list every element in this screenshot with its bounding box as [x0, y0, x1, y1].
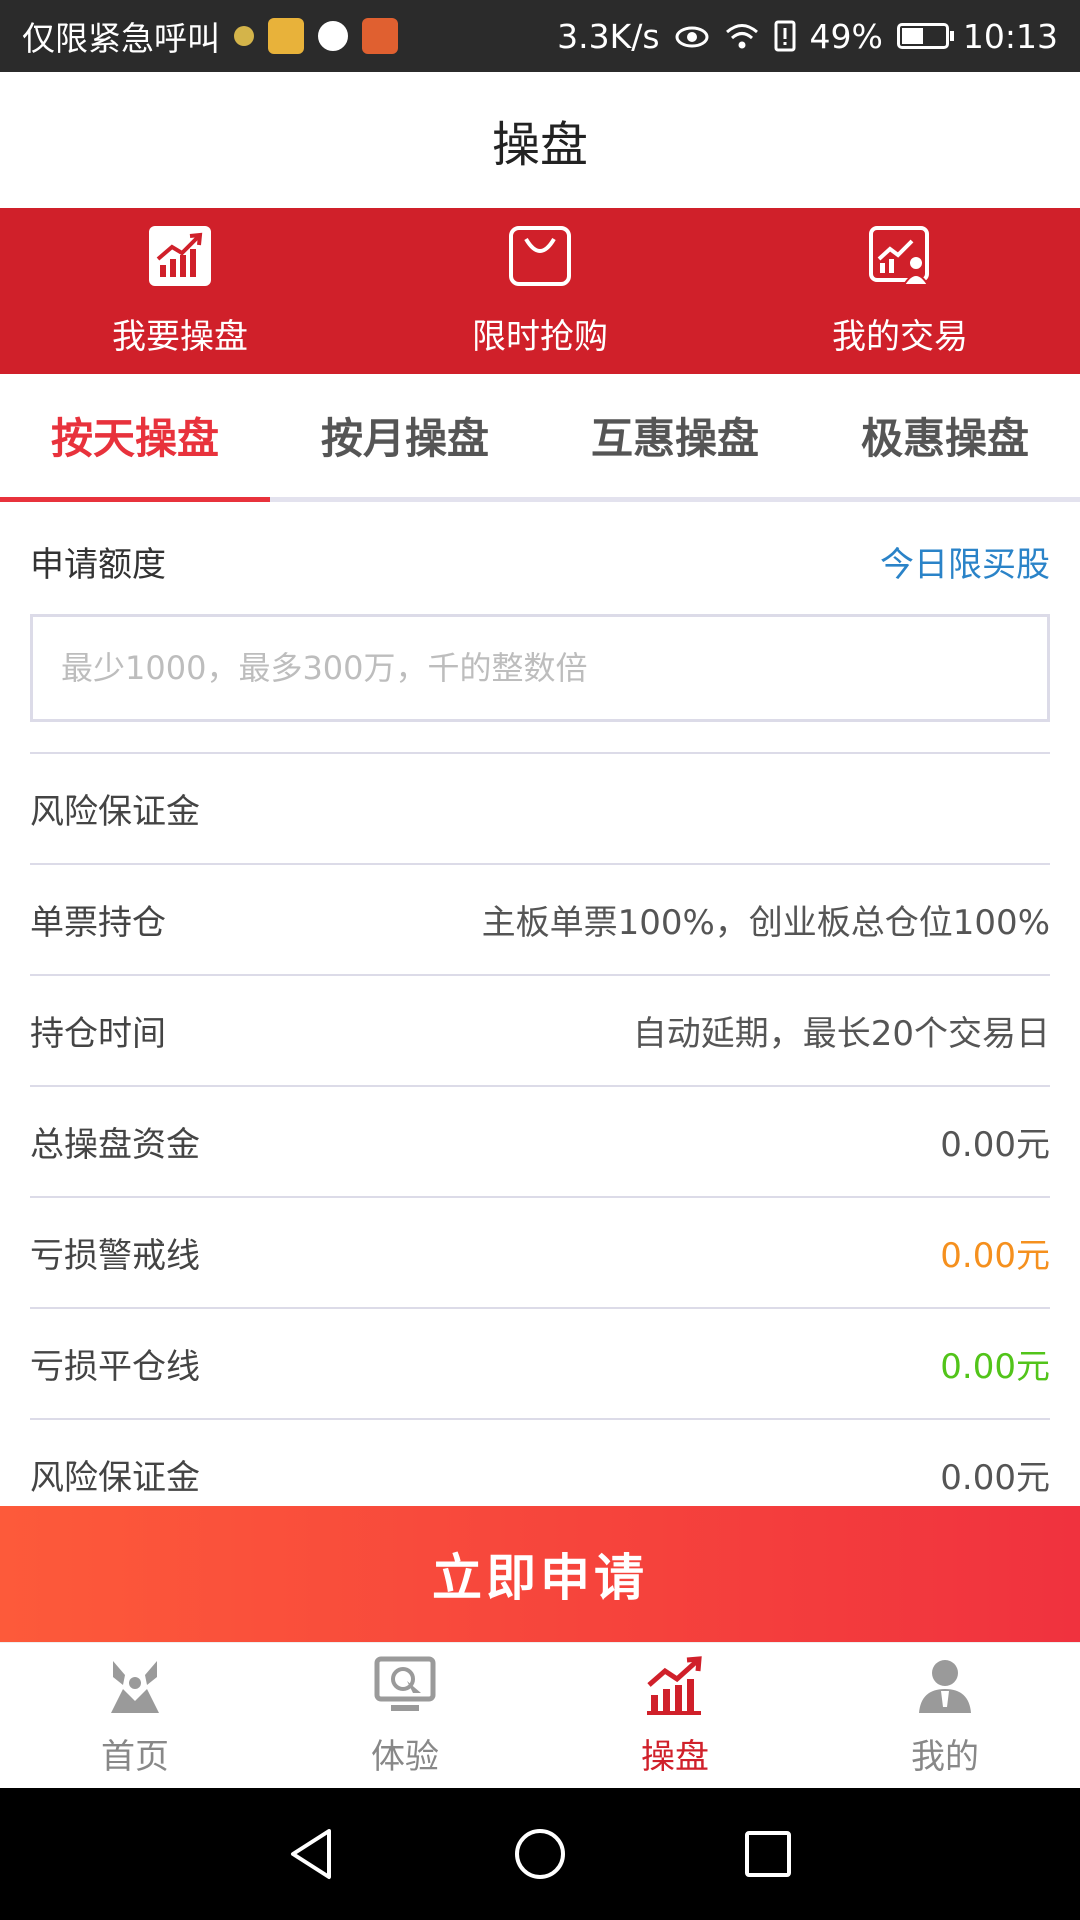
page-title: 操盘 — [491, 117, 588, 173]
flash-sale-label: 限时抢购 — [472, 316, 608, 357]
user-chart-icon — [869, 225, 930, 286]
system-navigation-bar — [0, 1788, 1080, 1920]
carrier-text: 仅限紧急呼叫 — [22, 19, 220, 58]
home-button-icon[interactable] — [511, 1825, 569, 1883]
eye-icon — [675, 26, 709, 48]
list-item: 亏损警戒线 0.00元 — [30, 1196, 1050, 1307]
row-value: 主板单票100%，创业板总仓位100% — [481, 903, 1050, 943]
nav-trading[interactable]: 操盘 — [540, 1643, 810, 1789]
my-transactions-action[interactable]: 我的交易 — [720, 208, 1080, 374]
info-list: 风险保证金 单票持仓 主板单票100%，创业板总仓位100% 持仓时间 自动延期… — [30, 752, 1050, 1529]
list-item: 单票持仓 主板单票100%，创业板总仓位100% — [30, 863, 1050, 974]
list-item: 持仓时间 自动延期，最长20个交易日 — [30, 974, 1050, 1085]
list-item: 风险保证金 — [30, 752, 1050, 863]
bottom-navigation: 首页 体验 操盘 我的 — [0, 1642, 1080, 1789]
row-label: 风险保证金 — [30, 1458, 200, 1498]
battery-icon — [896, 23, 954, 49]
quick-actions-bar: 我要操盘 限时抢购 我的交易 — [0, 208, 1080, 374]
sim-alert-icon — [774, 20, 796, 52]
monitor-icon — [374, 1656, 436, 1711]
row-value: 0.00元 — [940, 1347, 1050, 1387]
tab-daily[interactable]: 按天操盘 — [0, 374, 270, 502]
profile-icon — [919, 1659, 971, 1713]
tab-premium[interactable]: 极惠操盘 — [810, 374, 1080, 497]
tab-mutual[interactable]: 互惠操盘 — [540, 374, 810, 497]
apply-amount-label: 申请额度 — [30, 544, 166, 585]
nav-experience-label: 体验 — [371, 1736, 439, 1777]
my-trading-label: 我要操盘 — [112, 316, 248, 357]
tab-premium-label: 极惠操盘 — [860, 414, 1029, 463]
nav-trading-label: 操盘 — [641, 1736, 709, 1777]
apply-now-button[interactable]: 立即申请 — [0, 1506, 1080, 1642]
row-value: 0.00元 — [940, 1458, 1050, 1498]
trade-chart-icon — [647, 1655, 702, 1715]
app-notification-icon — [362, 18, 398, 54]
battery-percent: 49% — [809, 16, 883, 56]
row-label: 亏损警戒线 — [30, 1236, 200, 1276]
row-value: 0.00元 — [940, 1236, 1050, 1276]
shopping-bag-icon — [509, 225, 571, 286]
today-limit-link[interactable]: 今日限买股 — [880, 537, 1050, 586]
trend-chart-icon — [149, 225, 211, 286]
list-item: 亏损平仓线 0.00元 — [30, 1307, 1050, 1418]
nav-home-label: 首页 — [101, 1736, 169, 1777]
clock: 10:13 — [962, 16, 1058, 56]
row-label: 持仓时间 — [30, 1014, 166, 1054]
back-icon[interactable] — [283, 1825, 341, 1883]
wifi-icon — [725, 24, 758, 49]
tab-mutual-label: 互惠操盘 — [590, 414, 759, 463]
row-value: 自动延期，最长20个交易日 — [632, 1014, 1050, 1054]
page-header: 操盘 — [0, 72, 1080, 208]
row-value: 0.00元 — [940, 1125, 1050, 1165]
trading-type-tabs: 按天操盘 按月操盘 互惠操盘 极惠操盘 — [0, 374, 1080, 502]
notification-dot-icon — [234, 26, 254, 46]
nav-home[interactable]: 首页 — [0, 1643, 270, 1789]
nav-experience[interactable]: 体验 — [270, 1643, 540, 1789]
my-transactions-label: 我的交易 — [832, 316, 968, 357]
home-icon — [111, 1660, 159, 1713]
nav-profile[interactable]: 我的 — [810, 1643, 1080, 1789]
row-label: 亏损平仓线 — [30, 1347, 200, 1387]
tab-monthly-label: 按月操盘 — [320, 414, 489, 463]
row-label: 风险保证金 — [30, 792, 200, 832]
weibo-app-icon — [268, 18, 304, 54]
row-label: 总操盘资金 — [30, 1125, 200, 1165]
qq-app-icon — [318, 21, 348, 51]
amount-input[interactable] — [30, 614, 1050, 722]
recent-apps-icon[interactable] — [739, 1825, 797, 1883]
list-item: 总操盘资金 0.00元 — [30, 1085, 1050, 1196]
flash-sale-action[interactable]: 限时抢购 — [360, 208, 720, 374]
status-bar: 仅限紧急呼叫 3.3K/s 49% 10:13 — [0, 0, 1080, 72]
my-trading-action[interactable]: 我要操盘 — [0, 208, 360, 374]
row-label: 单票持仓 — [30, 903, 166, 943]
nav-profile-label: 我的 — [911, 1736, 979, 1777]
network-speed: 3.3K/s — [557, 16, 660, 56]
tab-daily-label: 按天操盘 — [50, 414, 219, 463]
tab-monthly[interactable]: 按月操盘 — [270, 374, 540, 497]
apply-amount-row: 申请额度 今日限买股 — [30, 520, 1050, 602]
